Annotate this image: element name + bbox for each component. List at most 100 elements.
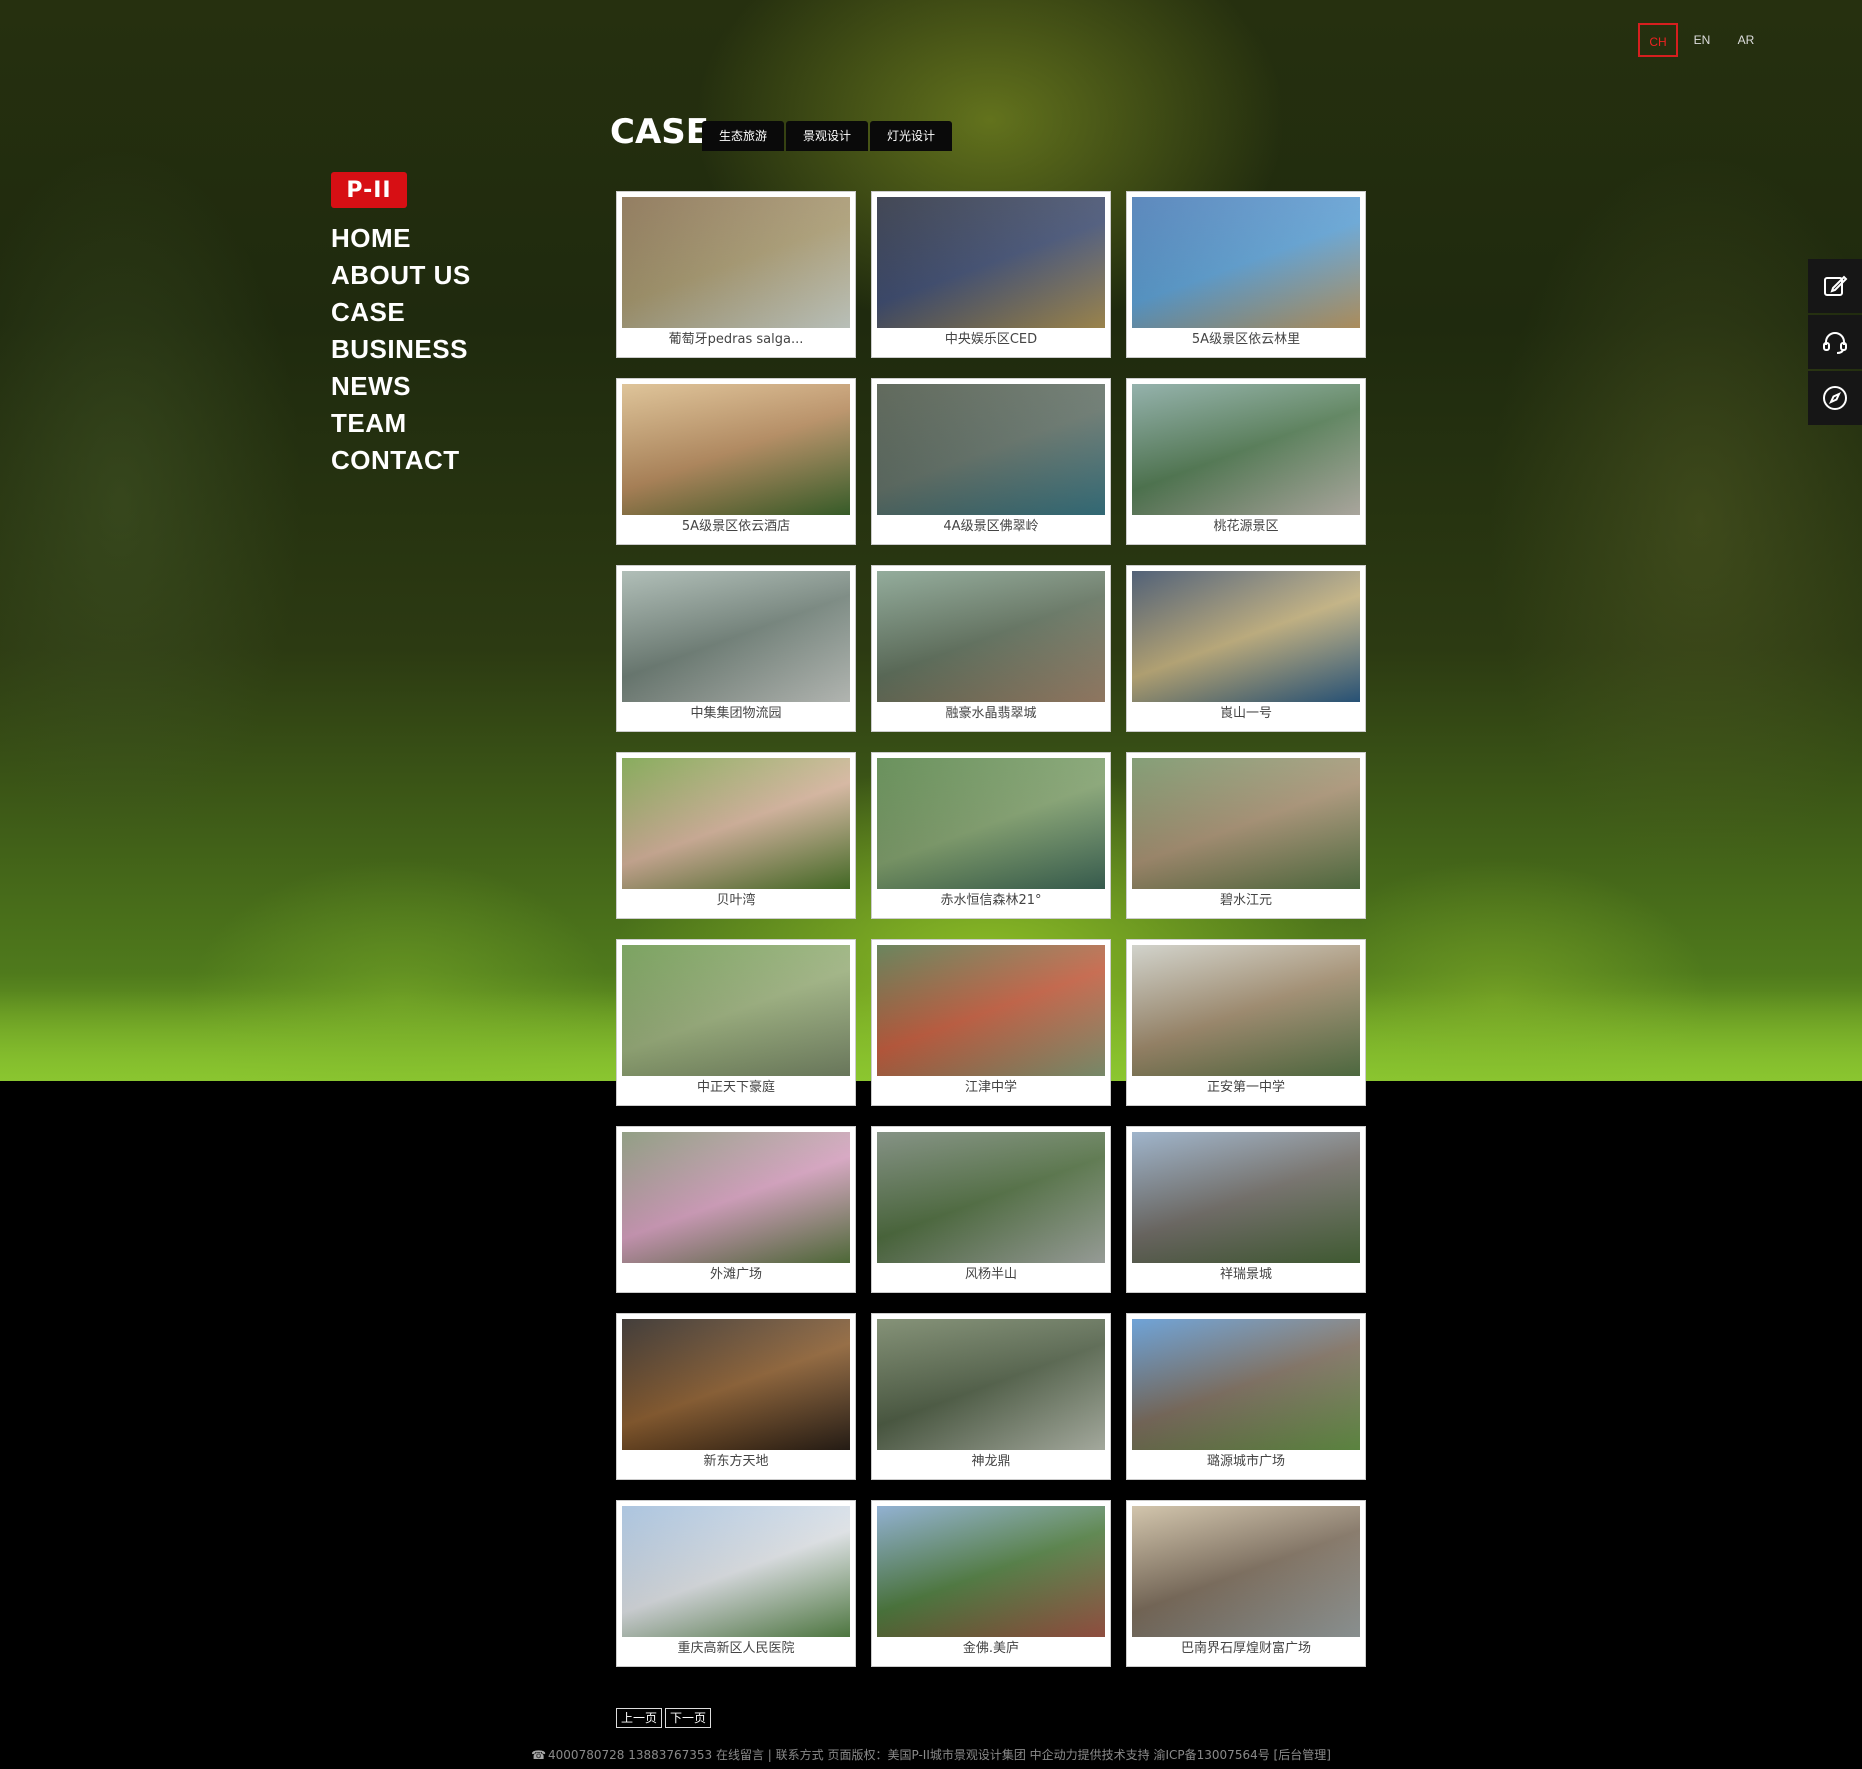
- case-card[interactable]: 贝叶湾: [616, 752, 856, 919]
- case-card[interactable]: 5A级景区依云酒店: [616, 378, 856, 545]
- case-thumbnail[interactable]: [1132, 197, 1360, 328]
- case-caption[interactable]: 中央娱乐区CED: [877, 328, 1105, 352]
- case-card[interactable]: 新东方天地: [616, 1313, 856, 1480]
- case-card[interactable]: 金佛.美庐: [871, 1500, 1111, 1667]
- case-card[interactable]: 赤水恒信森林21°: [871, 752, 1111, 919]
- case-thumbnail[interactable]: [1132, 1132, 1360, 1263]
- case-thumbnail[interactable]: [1132, 384, 1360, 515]
- side-toolbar: [1808, 259, 1862, 427]
- case-thumbnail[interactable]: [622, 384, 850, 515]
- nav-contact[interactable]: CONTACT: [331, 442, 471, 479]
- case-caption[interactable]: 江津中学: [877, 1076, 1105, 1100]
- case-caption[interactable]: 正安第一中学: [1132, 1076, 1360, 1100]
- case-caption[interactable]: 崀山一号: [1132, 702, 1360, 726]
- case-thumbnail[interactable]: [1132, 1506, 1360, 1637]
- case-card[interactable]: 碧水江元: [1126, 752, 1366, 919]
- case-thumbnail[interactable]: [877, 1506, 1105, 1637]
- case-caption[interactable]: 祥瑞景城: [1132, 1263, 1360, 1287]
- case-caption[interactable]: 中集集团物流园: [622, 702, 850, 726]
- case-thumbnail[interactable]: [622, 945, 850, 1076]
- case-card[interactable]: 祥瑞景城: [1126, 1126, 1366, 1293]
- case-caption[interactable]: 5A级景区依云林里: [1132, 328, 1360, 352]
- case-thumbnail[interactable]: [877, 197, 1105, 328]
- page-title: CASE: [610, 112, 709, 152]
- lang-en[interactable]: EN: [1682, 23, 1722, 57]
- case-card[interactable]: 葡萄牙pedras salga...: [616, 191, 856, 358]
- case-caption[interactable]: 金佛.美庐: [877, 1637, 1105, 1661]
- case-caption[interactable]: 碧水江元: [1132, 889, 1360, 913]
- main-nav: HOME ABOUT US CASE BUSINESS NEWS TEAM CO…: [331, 220, 471, 479]
- pagination: 上一页 下一页: [616, 1708, 712, 1728]
- case-caption[interactable]: 4A级景区佛翠岭: [877, 515, 1105, 539]
- case-card[interactable]: 神龙鼎: [871, 1313, 1111, 1480]
- case-card[interactable]: 巴南界石厚煌财富广场: [1126, 1500, 1366, 1667]
- case-caption[interactable]: 葡萄牙pedras salga...: [622, 328, 850, 352]
- case-card[interactable]: 外滩广场: [616, 1126, 856, 1293]
- case-caption[interactable]: 外滩广场: [622, 1263, 850, 1287]
- message-tool-button[interactable]: [1808, 259, 1862, 313]
- navigation-tool-button[interactable]: [1808, 371, 1862, 425]
- case-thumbnail[interactable]: [1132, 1319, 1360, 1450]
- case-caption[interactable]: 赤水恒信森林21°: [877, 889, 1105, 913]
- case-card[interactable]: 桃花源景区: [1126, 378, 1366, 545]
- next-page-button[interactable]: 下一页: [665, 1708, 712, 1728]
- brand-logo[interactable]: P-II: [331, 172, 407, 208]
- case-caption[interactable]: 重庆高新区人民医院: [622, 1637, 850, 1661]
- lang-ar[interactable]: AR: [1726, 23, 1766, 57]
- case-card[interactable]: 江津中学: [871, 939, 1111, 1106]
- case-thumbnail[interactable]: [1132, 945, 1360, 1076]
- case-thumbnail[interactable]: [1132, 571, 1360, 702]
- compass-icon: [1823, 386, 1847, 410]
- language-switcher: CH EN AR: [1638, 23, 1766, 57]
- edit-icon: [1824, 275, 1848, 296]
- nav-about-us[interactable]: ABOUT US: [331, 257, 471, 294]
- nav-news[interactable]: NEWS: [331, 368, 471, 405]
- case-card[interactable]: 正安第一中学: [1126, 939, 1366, 1106]
- support-tool-button[interactable]: [1808, 315, 1862, 369]
- case-card[interactable]: 风杨半山: [871, 1126, 1111, 1293]
- tab-lighting-design[interactable]: 灯光设计: [870, 121, 952, 151]
- case-thumbnail[interactable]: [622, 197, 850, 328]
- case-card[interactable]: 中正天下豪庭: [616, 939, 856, 1106]
- case-card[interactable]: 崀山一号: [1126, 565, 1366, 732]
- nav-business[interactable]: BUSINESS: [331, 331, 471, 368]
- case-thumbnail[interactable]: [877, 758, 1105, 889]
- prev-page-button[interactable]: 上一页: [616, 1708, 663, 1728]
- case-caption[interactable]: 桃花源景区: [1132, 515, 1360, 539]
- case-thumbnail[interactable]: [622, 571, 850, 702]
- case-card[interactable]: 中央娱乐区CED: [871, 191, 1111, 358]
- case-thumbnail[interactable]: [622, 758, 850, 889]
- case-card[interactable]: 重庆高新区人民医院: [616, 1500, 856, 1667]
- case-caption[interactable]: 融豪水晶翡翠城: [877, 702, 1105, 726]
- tab-eco-tourism[interactable]: 生态旅游: [702, 121, 784, 151]
- nav-home[interactable]: HOME: [331, 220, 471, 257]
- nav-team[interactable]: TEAM: [331, 405, 471, 442]
- case-card[interactable]: 5A级景区依云林里: [1126, 191, 1366, 358]
- case-thumbnail[interactable]: [1132, 758, 1360, 889]
- case-caption[interactable]: 巴南界石厚煌财富广场: [1132, 1637, 1360, 1661]
- case-thumbnail[interactable]: [877, 1319, 1105, 1450]
- case-thumbnail[interactable]: [622, 1319, 850, 1450]
- case-thumbnail[interactable]: [622, 1132, 850, 1263]
- case-thumbnail[interactable]: [877, 571, 1105, 702]
- case-tabs: 生态旅游 景观设计 灯光设计: [702, 121, 952, 151]
- case-thumbnail[interactable]: [877, 384, 1105, 515]
- lang-ch[interactable]: CH: [1638, 23, 1678, 57]
- case-thumbnail[interactable]: [877, 1132, 1105, 1263]
- case-caption[interactable]: 新东方天地: [622, 1450, 850, 1474]
- case-caption[interactable]: 贝叶湾: [622, 889, 850, 913]
- case-card[interactable]: 璐源城市广场: [1126, 1313, 1366, 1480]
- case-caption[interactable]: 璐源城市广场: [1132, 1450, 1360, 1474]
- nav-case[interactable]: CASE: [331, 294, 471, 331]
- tab-landscape-design[interactable]: 景观设计: [786, 121, 868, 151]
- case-card[interactable]: 4A级景区佛翠岭: [871, 378, 1111, 545]
- case-card[interactable]: 中集集团物流园: [616, 565, 856, 732]
- case-caption[interactable]: 5A级景区依云酒店: [622, 515, 850, 539]
- case-caption[interactable]: 风杨半山: [877, 1263, 1105, 1287]
- case-caption[interactable]: 神龙鼎: [877, 1450, 1105, 1474]
- case-card[interactable]: 融豪水晶翡翠城: [871, 565, 1111, 732]
- headset-icon: [1823, 332, 1847, 354]
- case-thumbnail[interactable]: [622, 1506, 850, 1637]
- case-thumbnail[interactable]: [877, 945, 1105, 1076]
- case-caption[interactable]: 中正天下豪庭: [622, 1076, 850, 1100]
